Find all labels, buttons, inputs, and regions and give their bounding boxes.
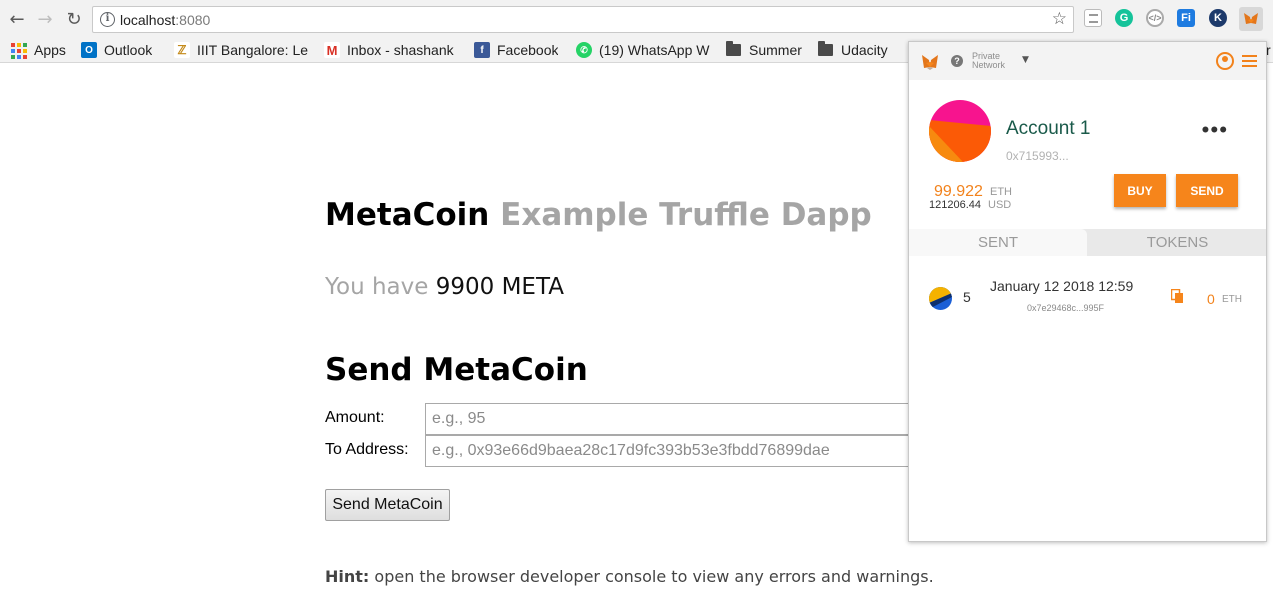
- bookmark-star-icon[interactable]: ☆: [1052, 9, 1067, 29]
- bookmark-label: Apps: [34, 42, 66, 58]
- bookmark-summer[interactable]: Summer: [726, 41, 802, 59]
- title-main: MetaCoin: [325, 197, 490, 233]
- transaction-hash[interactable]: 0x7e29468c...995F: [1027, 303, 1104, 313]
- more-options-icon[interactable]: •••: [1200, 121, 1229, 141]
- eth-unit: ETH: [990, 186, 1012, 198]
- caret-down-icon[interactable]: ▼: [1022, 55, 1029, 65]
- send-button[interactable]: SEND: [1176, 174, 1238, 207]
- metamask-tabs: SENT TOKENS: [909, 229, 1266, 256]
- metamask-fox-icon[interactable]: [1239, 7, 1263, 31]
- hint-label: Hint:: [325, 567, 370, 586]
- address-label: To Address:: [325, 441, 409, 458]
- bookmark-facebook[interactable]: f Facebook: [474, 41, 558, 59]
- transaction-nonce: 5: [963, 289, 971, 305]
- reader-icon[interactable]: [1084, 9, 1102, 27]
- url-host: localhost: [120, 12, 176, 28]
- balance-unit: META: [501, 274, 564, 300]
- usd-unit: USD: [988, 199, 1012, 211]
- reload-icon[interactable]: ↻: [63, 8, 85, 30]
- folder-icon: [726, 41, 741, 56]
- metamask-header: ? Private Network ▼: [909, 42, 1266, 80]
- bookmark-label: Summer: [749, 42, 802, 58]
- forward-arrow-icon[interactable]: →: [34, 8, 56, 30]
- network-line2: Network: [972, 60, 1006, 70]
- tab-tokens[interactable]: TOKENS: [1089, 229, 1266, 256]
- tab-sent[interactable]: SENT: [909, 229, 1087, 256]
- network-help-icon[interactable]: ?: [951, 55, 963, 67]
- bookmark-gmail[interactable]: M Inbox - shashank: [324, 41, 463, 59]
- account-address[interactable]: 0x715993...: [1006, 149, 1069, 163]
- transaction-value: 0: [1207, 291, 1215, 307]
- transaction-unit: ETH: [1222, 294, 1242, 305]
- balance-amount: 9900: [435, 274, 495, 300]
- code-icon[interactable]: </>: [1146, 9, 1164, 27]
- address-bar[interactable]: i localhost:8080 ☆: [92, 6, 1074, 33]
- amount-label: Amount:: [325, 409, 385, 426]
- bookmark-outlook[interactable]: O Outlook: [81, 41, 152, 59]
- hint-body: open the browser developer console to vi…: [374, 567, 934, 586]
- outlook-icon: O: [81, 42, 97, 58]
- k-icon[interactable]: K: [1209, 9, 1227, 27]
- bookmark-udacity[interactable]: Udacity: [818, 41, 888, 59]
- address-bar-url[interactable]: localhost:8080: [120, 12, 210, 28]
- copy-icon[interactable]: [1171, 289, 1184, 304]
- grammarly-icon[interactable]: G: [1115, 9, 1133, 27]
- bookmark-whatsapp[interactable]: ✆ (19) WhatsApp W: [576, 41, 713, 59]
- send-heading: Send MetaCoin: [325, 352, 588, 388]
- back-arrow-icon[interactable]: ←: [6, 8, 28, 30]
- send-metacoin-button[interactable]: Send MetaCoin: [325, 489, 450, 521]
- buy-button[interactable]: BUY: [1114, 174, 1166, 207]
- balance-prefix: You have: [325, 274, 429, 300]
- url-port: :8080: [175, 12, 211, 28]
- bookmark-label: Udacity: [841, 42, 888, 58]
- amount-input[interactable]: [425, 403, 915, 435]
- apps-grid-icon: [10, 42, 27, 59]
- bookmark-label: Facebook: [497, 42, 559, 58]
- usd-balance: 121206.44: [929, 199, 981, 211]
- bookmark-label: Inbox - shashank: [347, 42, 454, 58]
- hamburger-menu-icon[interactable]: [1242, 55, 1257, 67]
- address-input[interactable]: [425, 435, 915, 467]
- whatsapp-icon: ✆: [576, 42, 592, 58]
- gmail-icon: M: [324, 42, 340, 58]
- browser-toolbar: ← → ↻ i localhost:8080 ☆ G </> Fi K: [0, 0, 1273, 38]
- facebook-icon: f: [474, 42, 490, 58]
- iiitb-icon: ℤ: [174, 42, 190, 58]
- hint-text: Hint: open the browser developer console…: [325, 567, 934, 586]
- account-avatar[interactable]: [929, 100, 991, 162]
- bookmark-label: Outlook: [104, 42, 153, 58]
- title-sub: Example Truffle Dapp: [500, 197, 872, 233]
- transaction-date: January 12 2018 12:59: [990, 278, 1134, 294]
- balance-line: You have 9900 META: [325, 274, 564, 300]
- bookmark-iiitb[interactable]: ℤ IIIT Bangalore: Le: [174, 41, 311, 59]
- page-title: MetaCoin Example Truffle Dapp: [325, 197, 872, 233]
- transaction-identicon: [929, 287, 952, 310]
- bookmark-label: IIIT Bangalore: Le: [197, 42, 309, 58]
- account-name: Account 1: [1006, 118, 1091, 139]
- metamask-fox-icon: [922, 55, 938, 70]
- bookmark-apps[interactable]: Apps: [10, 41, 66, 59]
- account-sync-icon[interactable]: [1216, 52, 1234, 70]
- fi-icon[interactable]: Fi: [1177, 9, 1195, 27]
- site-info-icon[interactable]: i: [100, 12, 115, 27]
- bookmark-label: (19) WhatsApp W: [599, 42, 710, 58]
- network-selector[interactable]: Private Network: [972, 52, 1005, 70]
- folder-icon: [818, 41, 833, 56]
- metamask-popup: ? Private Network ▼ Account 1 0x715993...…: [908, 41, 1267, 542]
